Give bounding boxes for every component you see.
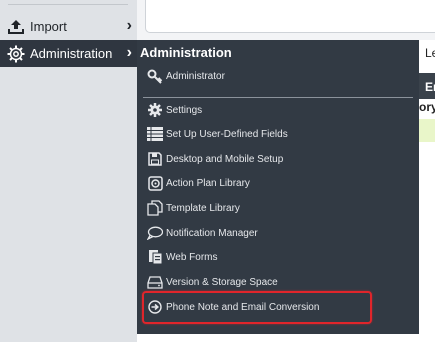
menu-title: Administration [140,45,232,60]
menu-item-label: Notification Manager [166,227,258,239]
menu-item-desktop-mobile-setup[interactable]: Desktop and Mobile Setup [147,149,283,169]
main-partial-text-1: Le [425,46,435,60]
menu-item-label: Desktop and Mobile Setup [166,153,284,165]
gear-icon [7,45,25,63]
menu-item-label: Action Plan Library [166,177,250,189]
floppy-icon [147,151,163,167]
sidebar-divider [8,4,128,5]
gear-icon [147,102,163,118]
key-icon [147,68,163,84]
menu-item-label: Administrator [166,70,225,82]
main-top-card [145,0,435,33]
main-partial-text-3: ory [419,100,435,114]
sidebar: Import › Administration › [0,0,137,342]
menu-item-action-plan-library[interactable]: Action Plan Library [147,173,250,193]
menu-item-settings[interactable]: Settings [147,100,202,120]
upload-icon [7,18,25,36]
forms-icon [147,249,163,265]
speech-bubble-icon [147,225,163,241]
highlight-box [142,291,372,324]
menu-item-label: Settings [166,104,203,116]
menu-separator [143,97,413,98]
menu-item-label: Set Up User-Defined Fields [166,128,288,140]
target-icon [147,175,163,191]
menu-item-web-forms[interactable]: Web Forms [147,247,218,267]
menu-item-version-storage[interactable]: Version & Storage Space [147,272,278,292]
main-partial-text-2: Er [425,80,435,94]
menu-item-user-defined-fields[interactable]: Set Up User-Defined Fields [147,124,288,144]
menu-item-label: Version & Storage Space [166,276,278,288]
sidebar-item-label: Import [30,19,67,34]
chevron-right-icon: › [126,44,132,61]
menu-item-template-library[interactable]: Template Library [147,198,240,218]
menu-item-label: Template Library [166,202,240,214]
menu-item-label: Web Forms [166,251,218,263]
menu-item-administrator[interactable]: Administrator [147,66,225,86]
sidebar-item-label: Administration [30,46,113,61]
chevron-right-icon: › [126,17,132,34]
administration-menu: Administration Administrator Settings Se… [137,40,419,334]
main-highlighted-row [419,119,435,142]
sidebar-item-administration[interactable]: Administration › [0,40,137,67]
drive-icon [147,274,163,290]
sidebar-item-import[interactable]: Import › [0,13,137,40]
menu-item-notification-manager[interactable]: Notification Manager [147,223,258,243]
documents-icon [147,200,163,216]
list-icon [147,126,163,142]
